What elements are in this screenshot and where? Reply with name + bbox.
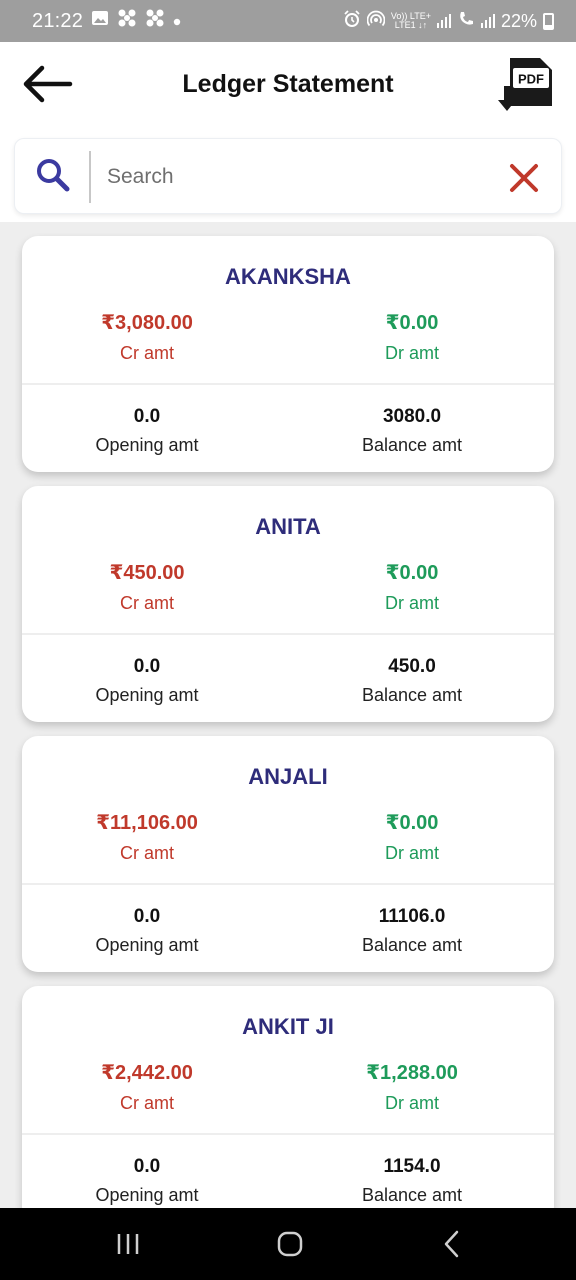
network-label-bottom: LTE1 ↓↑ bbox=[394, 20, 428, 30]
hotspot-icon bbox=[366, 10, 386, 33]
pdf-download-icon: PDF bbox=[498, 58, 552, 111]
search-divider bbox=[89, 151, 91, 203]
balance-block: 450.0 Balance amt bbox=[312, 656, 512, 706]
balance-amount: 450.0 bbox=[388, 656, 436, 677]
credit-block: ₹11,106.00 Cr amt bbox=[47, 810, 247, 864]
credit-amount: ₹2,442.00 bbox=[101, 1062, 193, 1084]
card-divider bbox=[22, 1133, 554, 1135]
app-notification-icon bbox=[117, 9, 137, 33]
credit-block: ₹3,080.00 Cr amt bbox=[47, 310, 247, 364]
credit-block: ₹2,442.00 Cr amt bbox=[47, 1060, 247, 1114]
status-bar: 21:22 Vo)) LTE+ LTE1 ↓↑ 22% bbox=[0, 0, 576, 42]
opening-block: 0.0 Opening amt bbox=[47, 406, 247, 456]
pdf-label: PDF bbox=[518, 72, 544, 87]
opening-label: Opening amt bbox=[95, 435, 199, 455]
signal-icon-2 bbox=[480, 14, 495, 28]
opening-amount: 0.0 bbox=[133, 1156, 161, 1177]
opening-label: Opening amt bbox=[95, 1185, 199, 1205]
close-icon[interactable] bbox=[505, 159, 543, 197]
debit-amount: ₹0.00 bbox=[385, 312, 439, 334]
debit-label: Dr amt bbox=[385, 1093, 439, 1113]
credit-block: ₹450.00 Cr amt bbox=[47, 560, 247, 614]
card-divider bbox=[22, 383, 554, 385]
debit-amount: ₹1,288.00 bbox=[366, 1062, 458, 1084]
debit-block: ₹0.00 Dr amt bbox=[312, 560, 512, 614]
page-title: Ledger Statement bbox=[182, 70, 394, 98]
chevron-left-icon bbox=[444, 1230, 459, 1258]
ledger-card[interactable]: ANITA ₹450.00 Cr amt ₹0.00 Dr amt 0.0 Op… bbox=[22, 486, 554, 722]
balance-label: Balance amt bbox=[361, 435, 463, 455]
ledger-card[interactable]: ANJALI ₹11,106.00 Cr amt ₹0.00 Dr amt 0.… bbox=[22, 736, 554, 972]
debit-block: ₹0.00 Dr amt bbox=[312, 810, 512, 864]
network-type-label: Vo)) LTE+ LTE1 ↓↑ bbox=[391, 12, 431, 30]
recent-apps-icon bbox=[117, 1234, 139, 1254]
opening-amount: 0.0 bbox=[133, 906, 161, 927]
balance-block: 3080.0 Balance amt bbox=[312, 406, 512, 456]
balance-label: Balance amt bbox=[361, 1185, 463, 1205]
balance-amount: 1154.0 bbox=[383, 1156, 441, 1177]
signal-icon bbox=[436, 14, 451, 28]
balance-label: Balance amt bbox=[361, 935, 463, 955]
credit-amount: ₹450.00 bbox=[109, 562, 185, 584]
battery-icon bbox=[543, 12, 554, 30]
credit-label: Cr amt bbox=[120, 593, 174, 613]
download-pdf-button[interactable]: PDF bbox=[496, 56, 556, 114]
debit-block: ₹1,288.00 Dr amt bbox=[312, 1060, 512, 1114]
opening-block: 0.0 Opening amt bbox=[47, 906, 247, 956]
opening-label: Opening amt bbox=[95, 935, 199, 955]
home-button[interactable] bbox=[270, 1226, 310, 1262]
recent-apps-button[interactable] bbox=[108, 1226, 148, 1262]
system-nav-bar bbox=[0, 1208, 576, 1280]
ledger-name: ANITA bbox=[255, 514, 321, 539]
gallery-icon bbox=[91, 10, 109, 32]
app-bar: Ledger Statement PDF bbox=[0, 42, 576, 130]
balance-amount: 11106.0 bbox=[378, 906, 446, 927]
credit-label: Cr amt bbox=[120, 1093, 174, 1113]
ledger-name: ANJALI bbox=[248, 764, 328, 789]
opening-amount: 0.0 bbox=[133, 406, 161, 427]
search-input[interactable] bbox=[107, 157, 487, 197]
more-notifications-dot-icon bbox=[173, 10, 181, 32]
opening-amount: 0.0 bbox=[133, 656, 161, 677]
card-divider bbox=[22, 883, 554, 885]
ledger-list[interactable]: AKANKSHA ₹3,080.00 Cr amt ₹0.00 Dr amt 0… bbox=[0, 222, 576, 1208]
credit-label: Cr amt bbox=[120, 843, 174, 863]
battery-percent: 22% bbox=[500, 10, 537, 31]
debit-label: Dr amt bbox=[385, 843, 439, 863]
search-icon[interactable] bbox=[35, 157, 71, 193]
ledger-card[interactable]: ANKIT JI ₹2,442.00 Cr amt ₹1,288.00 Dr a… bbox=[22, 986, 554, 1208]
opening-block: 0.0 Opening amt bbox=[47, 1156, 247, 1206]
credit-amount: ₹3,080.00 bbox=[101, 312, 193, 334]
credit-label: Cr amt bbox=[120, 343, 174, 363]
back-nav-button[interactable] bbox=[432, 1226, 472, 1262]
debit-label: Dr amt bbox=[385, 343, 439, 363]
app-notification-icon-2 bbox=[145, 9, 165, 33]
balance-label: Balance amt bbox=[361, 685, 463, 705]
home-icon bbox=[277, 1231, 303, 1257]
balance-block: 1154.0 Balance amt bbox=[312, 1156, 512, 1206]
balance-block: 11106.0 Balance amt bbox=[312, 906, 512, 956]
debit-label: Dr amt bbox=[385, 593, 439, 613]
search-bar bbox=[14, 138, 562, 214]
card-divider bbox=[22, 633, 554, 635]
debit-amount: ₹0.00 bbox=[385, 812, 439, 834]
alarm-icon bbox=[343, 9, 361, 33]
opening-block: 0.0 Opening amt bbox=[47, 656, 247, 706]
credit-amount: ₹11,106.00 bbox=[96, 812, 198, 834]
balance-amount: 3080.0 bbox=[382, 406, 442, 427]
wifi-calling-icon bbox=[457, 10, 475, 33]
debit-amount: ₹0.00 bbox=[385, 562, 439, 584]
ledger-card[interactable]: AKANKSHA ₹3,080.00 Cr amt ₹0.00 Dr amt 0… bbox=[22, 236, 554, 472]
opening-label: Opening amt bbox=[95, 685, 199, 705]
ledger-name: AKANKSHA bbox=[225, 264, 351, 289]
ledger-name: ANKIT JI bbox=[242, 1014, 334, 1039]
debit-block: ₹0.00 Dr amt bbox=[312, 310, 512, 364]
status-time: 21:22 bbox=[32, 9, 84, 32]
